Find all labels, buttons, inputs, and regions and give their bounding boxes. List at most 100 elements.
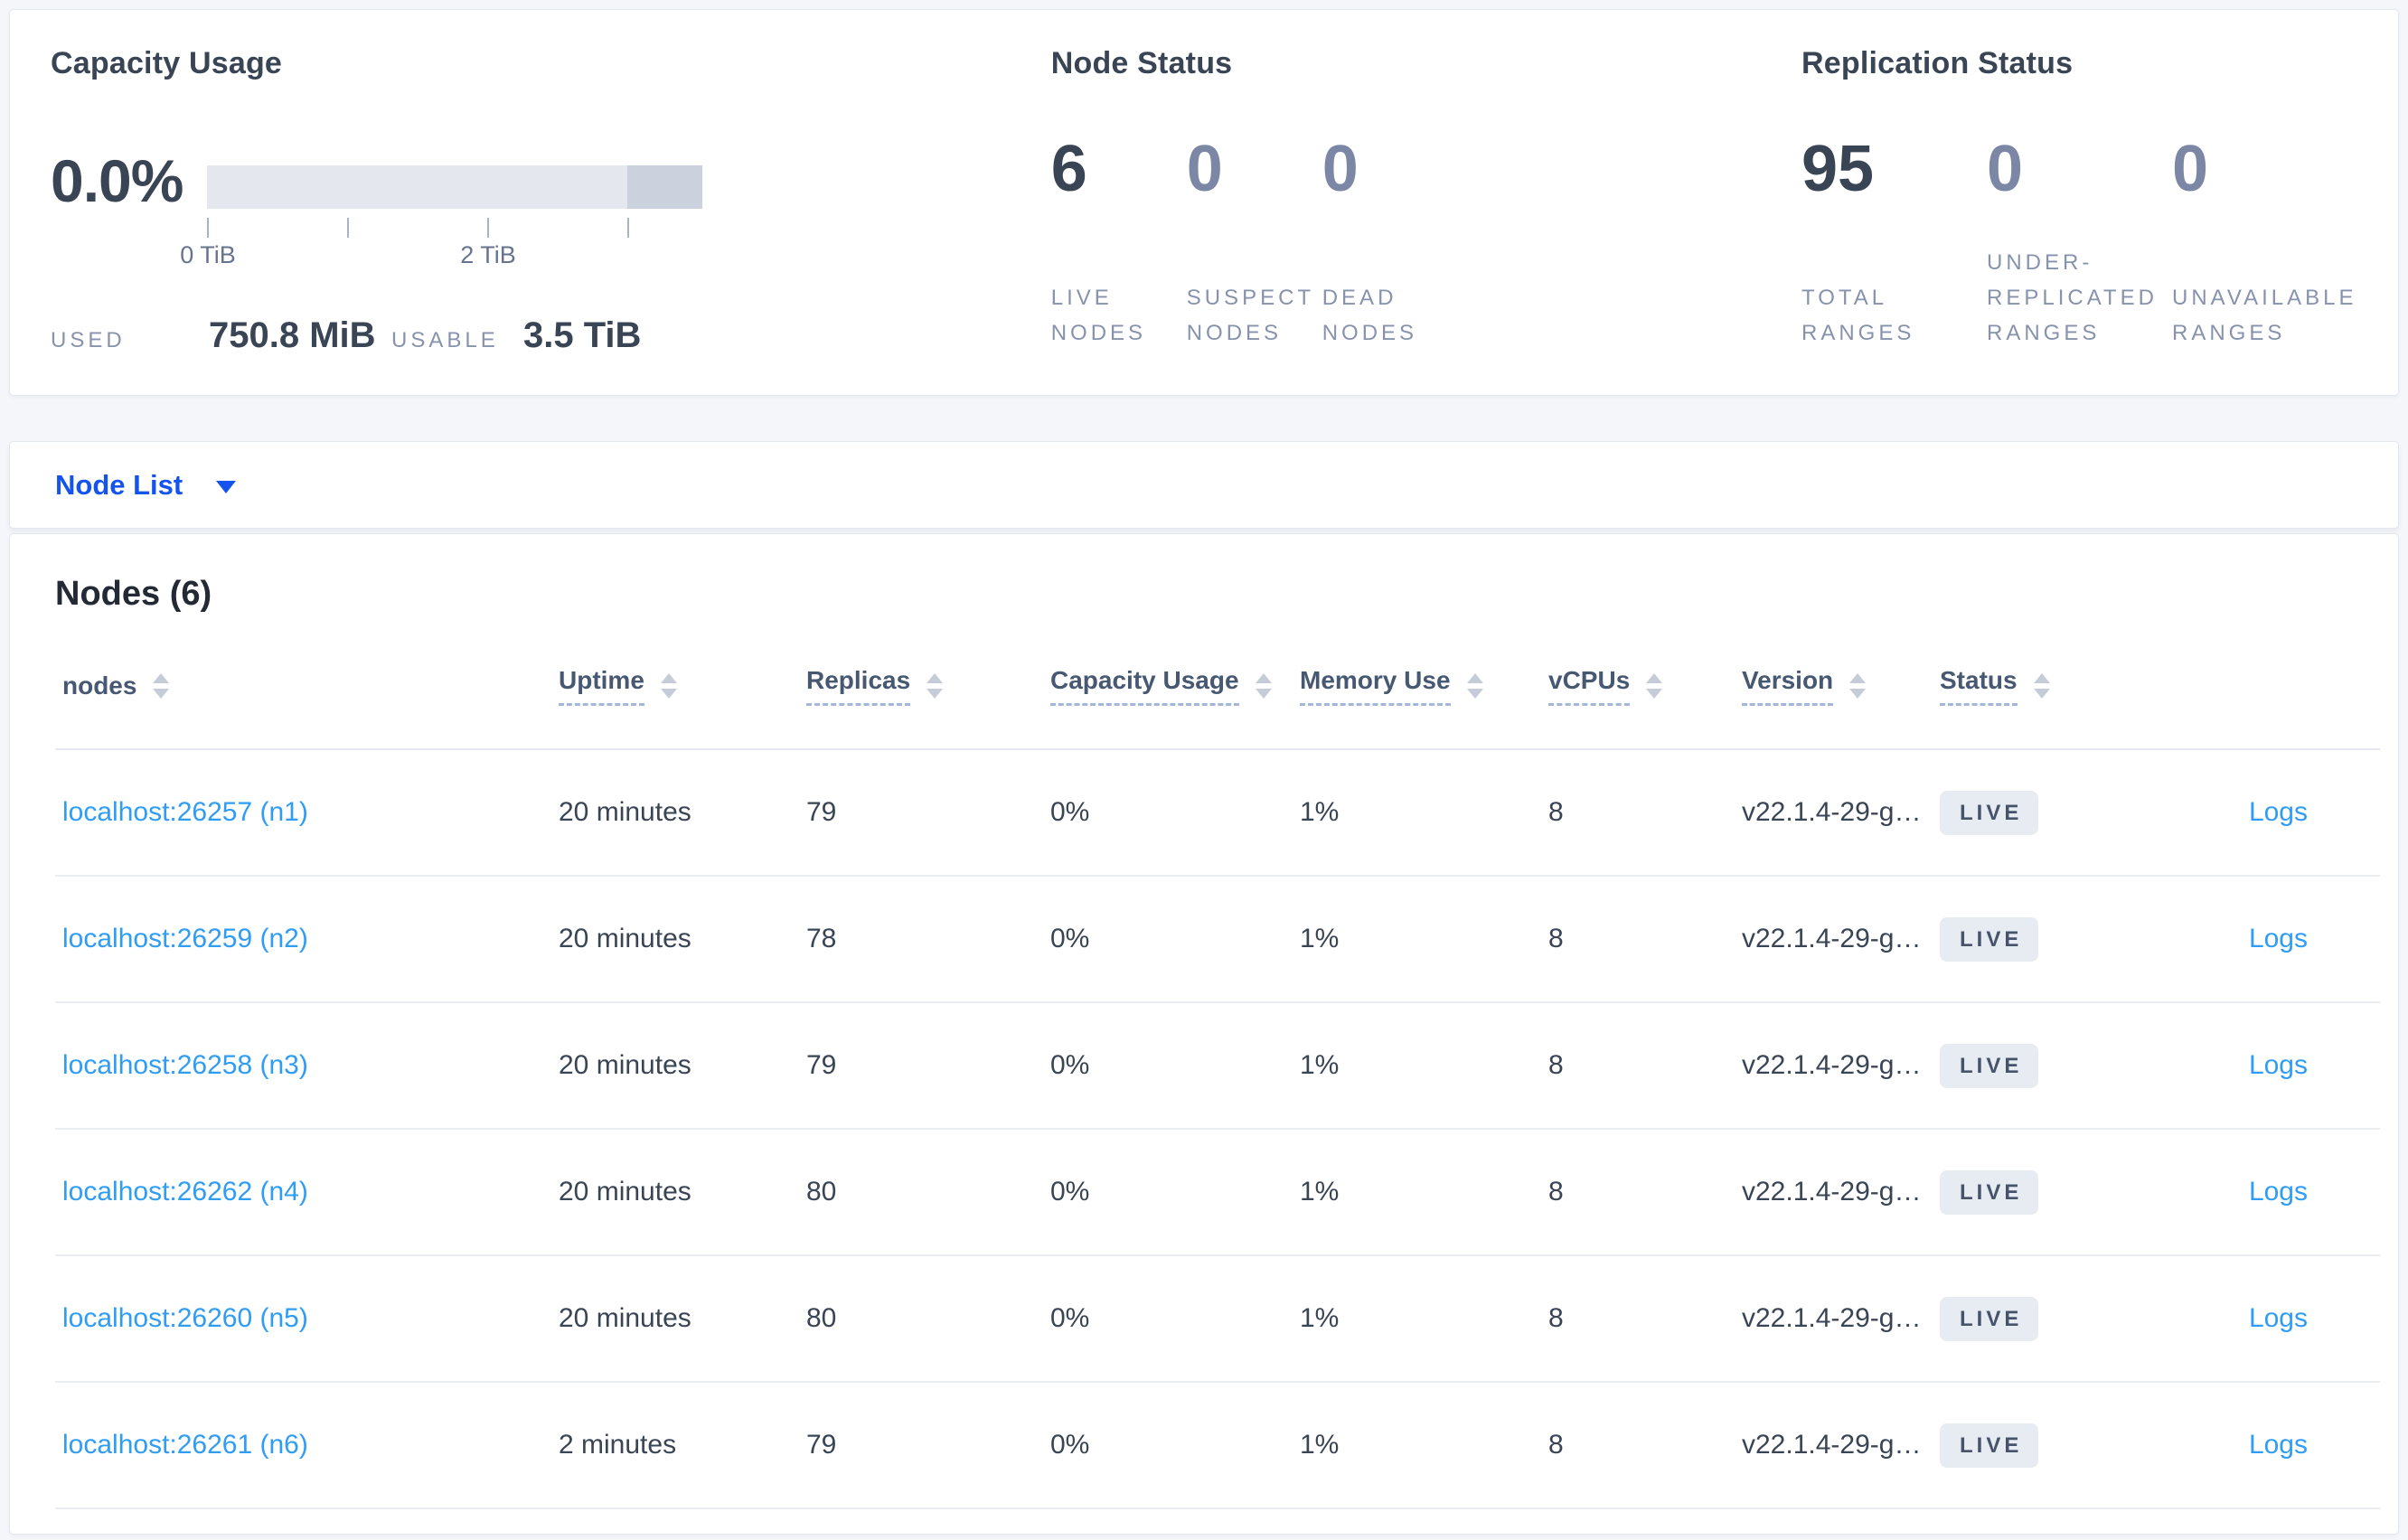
replication-status-panel: Replication Status 95 TOTAL RANGES 0 UND…	[1801, 46, 2357, 359]
suspect-nodes-value: 0	[1186, 133, 1223, 205]
replicas-cell: 79	[806, 1430, 837, 1460]
node-link[interactable]: localhost:26258 (n3)	[62, 1050, 308, 1080]
memory-use-cell: 1%	[1300, 924, 1340, 953]
replication-status-stats: 95 TOTAL RANGES 0 UNDER-REPLICATED RANGE…	[1801, 127, 2357, 359]
under-replicated-ranges-stat: 0 UNDER-REPLICATED RANGES	[1987, 127, 2172, 359]
logs-link[interactable]: Logs	[2249, 1430, 2308, 1460]
uptime-cell: 20 minutes	[559, 924, 691, 953]
dead-nodes-stat: 0 DEAD NODES	[1322, 127, 1458, 359]
capacity-bar-available-segment	[207, 165, 627, 209]
axis-tick-label: 0 TiB	[180, 241, 236, 268]
capacity-usage-panel: Capacity Usage 0.0% 0 TiB 2 TiB USED 750…	[51, 46, 1051, 359]
unavailable-ranges-label: UNAVAILABLE RANGES	[2172, 286, 2357, 346]
memory-use-cell: 1%	[1300, 1303, 1340, 1333]
uptime-cell: 20 minutes	[559, 1303, 691, 1333]
sort-icon	[1255, 673, 1272, 699]
capacity-usage-cell: 0%	[1050, 1303, 1090, 1333]
under-replicated-ranges-label: UNDER-REPLICATED RANGES	[1987, 250, 2158, 346]
axis-tick	[627, 218, 629, 238]
replicas-cell: 80	[806, 1303, 837, 1333]
status-badge: LIVE	[1940, 1423, 2039, 1468]
column-header-replicas[interactable]: Replicas	[806, 666, 1050, 706]
capacity-bar	[207, 165, 702, 209]
status-badge: LIVE	[1940, 1043, 2039, 1088]
capacity-bar-block: 0 TiB 2 TiB	[180, 127, 702, 268]
vcpus-cell: 8	[1548, 1177, 1564, 1207]
status-badge: LIVE	[1940, 1169, 2039, 1215]
uptime-cell: 2 minutes	[559, 1430, 677, 1460]
table-header-row: nodes Uptime Replicas Capacity Usage Mem…	[55, 624, 2380, 750]
version-cell: v22.1.4-29-g…	[1742, 1050, 1922, 1080]
version-cell: v22.1.4-29-g…	[1742, 1177, 1922, 1207]
capacity-usage-cell: 0%	[1050, 1430, 1090, 1460]
status-badge: LIVE	[1940, 1296, 2039, 1341]
sort-icon	[2033, 673, 2050, 699]
live-nodes-stat: 6 LIVE NODES	[1051, 127, 1187, 359]
capacity-usage-cell: 0%	[1050, 797, 1090, 827]
sort-icon	[660, 673, 677, 699]
nodes-table-card: Nodes (6) nodes Uptime Replicas Capacity…	[9, 533, 2399, 1535]
logs-link[interactable]: Logs	[2249, 797, 2308, 827]
replicas-cell: 79	[806, 1050, 837, 1080]
memory-use-cell: 1%	[1300, 797, 1340, 827]
memory-use-cell: 1%	[1300, 1050, 1340, 1080]
logs-link[interactable]: Logs	[2249, 924, 2308, 953]
column-header-nodes[interactable]: nodes	[55, 671, 559, 700]
axis-tick	[347, 218, 349, 238]
version-cell: v22.1.4-29-g…	[1742, 797, 1922, 827]
table-row: localhost:26262 (n4) 20 minutes 80 0% 1%…	[55, 1130, 2380, 1256]
vcpus-cell: 8	[1548, 1303, 1564, 1333]
replicas-cell: 79	[806, 797, 837, 827]
node-link[interactable]: localhost:26262 (n4)	[62, 1177, 308, 1207]
sort-icon	[927, 673, 944, 699]
column-header-memory-use[interactable]: Memory Use	[1300, 666, 1548, 706]
table-row: localhost:26258 (n3) 20 minutes 79 0% 1%…	[55, 1003, 2380, 1130]
memory-use-cell: 1%	[1300, 1177, 1340, 1207]
sort-icon	[153, 673, 170, 699]
node-list-dropdown-label: Node List	[55, 468, 183, 501]
capacity-usage-cell: 0%	[1050, 1177, 1090, 1207]
capacity-usage-title: Capacity Usage	[51, 46, 283, 80]
dead-nodes-label: DEAD NODES	[1322, 286, 1418, 346]
chevron-down-icon	[216, 481, 237, 493]
node-status-panel: Node Status 6 LIVE NODES 0 SUSPECT NODES…	[1051, 46, 1801, 359]
capacity-axis: 0 TiB 2 TiB	[180, 209, 702, 268]
column-header-capacity-usage[interactable]: Capacity Usage	[1050, 666, 1300, 706]
vcpus-cell: 8	[1548, 1050, 1564, 1080]
axis-tick	[487, 218, 489, 238]
node-link[interactable]: localhost:26261 (n6)	[62, 1430, 308, 1460]
uptime-cell: 20 minutes	[559, 1050, 691, 1080]
table-row: localhost:26261 (n6) 2 minutes 79 0% 1% …	[55, 1383, 2380, 1509]
logs-link[interactable]: Logs	[2249, 1177, 2308, 1207]
capacity-meter: 0.0% 0 TiB 2 TiB	[51, 127, 1051, 268]
capacity-bar-reserved-segment	[627, 165, 702, 209]
total-ranges-label: TOTAL RANGES	[1801, 286, 1915, 346]
node-link[interactable]: localhost:26259 (n2)	[62, 924, 308, 953]
vcpus-cell: 8	[1548, 924, 1564, 953]
node-link[interactable]: localhost:26260 (n5)	[62, 1303, 308, 1333]
logs-link[interactable]: Logs	[2249, 1303, 2308, 1333]
column-header-status[interactable]: Status	[1940, 666, 2170, 706]
status-badge: LIVE	[1940, 916, 2039, 962]
column-header-uptime[interactable]: Uptime	[559, 666, 806, 706]
sort-icon	[1466, 673, 1483, 699]
node-link[interactable]: localhost:26257 (n1)	[62, 797, 308, 827]
column-header-vcpus[interactable]: vCPUs	[1548, 666, 1742, 706]
unavailable-ranges-stat: 0 UNAVAILABLE RANGES	[2172, 127, 2357, 359]
dead-nodes-value: 0	[1322, 133, 1359, 205]
live-nodes-label: LIVE NODES	[1050, 286, 1147, 346]
node-list-dropdown[interactable]: Node List	[55, 468, 237, 502]
uptime-cell: 20 minutes	[559, 797, 691, 827]
node-status-stats: 6 LIVE NODES 0 SUSPECT NODES 0 DEAD NODE…	[1051, 127, 1801, 359]
under-replicated-ranges-value: 0	[1987, 133, 2024, 205]
sort-icon	[1646, 673, 1663, 699]
logs-link[interactable]: Logs	[2249, 1050, 2308, 1080]
column-header-version[interactable]: Version	[1742, 666, 1940, 706]
axis-tick-label: 2 TiB	[460, 241, 516, 268]
status-badge: LIVE	[1940, 790, 2039, 835]
version-cell: v22.1.4-29-g…	[1742, 924, 1922, 953]
sort-icon	[1849, 673, 1867, 699]
view-selector-bar: Node List	[9, 441, 2399, 529]
total-ranges-value: 95	[1801, 133, 1875, 205]
node-status-title: Node Status	[1050, 46, 1233, 80]
